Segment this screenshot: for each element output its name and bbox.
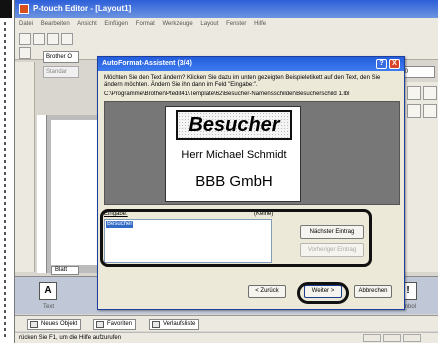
menu-item-fenster[interactable]: Fenster <box>226 21 246 27</box>
status-cell <box>403 334 421 342</box>
menu-bar: Datei Bearbeiten Ansicht Einfügen Format… <box>15 18 438 30</box>
app-icon <box>19 4 29 14</box>
ptouch-editor-window: P-touch Editor - [Layout1] Datei Bearbei… <box>14 0 438 343</box>
page-corner-mark <box>0 0 12 18</box>
new-object-label: Neues Objekt <box>41 321 78 327</box>
status-cell <box>383 334 401 342</box>
status-cell <box>363 334 381 342</box>
text-object-icon[interactable]: A <box>39 282 57 300</box>
app-title-bar: P-touch Editor - [Layout1] <box>15 0 438 18</box>
menu-item-layout[interactable]: Layout <box>200 21 218 27</box>
instruction-text: Möchten Sie den Text ändern? Klicken Sie… <box>104 75 381 88</box>
menu-item-format[interactable]: Format <box>136 21 155 27</box>
app-title: P-touch Editor - [Layout1] <box>33 4 132 13</box>
align-center-icon[interactable] <box>423 86 437 100</box>
align-left-icon[interactable] <box>407 86 421 100</box>
menu-item-hilfe[interactable]: Hilfe <box>254 21 266 27</box>
highlight-ring-next-button <box>297 282 349 304</box>
autoformat-wizard-dialog: AutoFormat-Assistent (3/4) ? X Möchten S… <box>97 56 405 310</box>
right-property-panel <box>403 82 438 272</box>
menu-item-bearbeiten[interactable]: Bearbeiten <box>41 21 70 27</box>
favorites-label: Favoriten <box>107 321 133 327</box>
label-preview-area: Besucher Herr Michael Schmidt BBB GmbH <box>104 101 400 205</box>
history-button[interactable]: Verlaufsliste <box>149 319 200 330</box>
menu-item-einfuegen[interactable]: Einfügen <box>104 21 128 27</box>
menu-item-ansicht[interactable]: Ansicht <box>77 21 97 27</box>
new-object-icon <box>30 321 38 328</box>
new-object-button[interactable]: Neues Objekt <box>27 319 82 330</box>
print-icon[interactable] <box>61 33 73 45</box>
preview-name-text[interactable]: Herr Michael Schmidt <box>166 149 302 162</box>
sheet-tab[interactable]: Blatt <box>51 266 79 275</box>
dialog-title-bar: AutoFormat-Assistent (3/4) <box>98 57 404 71</box>
cancel-button[interactable]: Abbrechen <box>354 285 392 298</box>
template-file-path: C:\Programme\Brother\Ptedit41\Template\6… <box>104 91 350 97</box>
preview-company-text[interactable]: BBB GmbH <box>166 173 302 191</box>
highlight-ring-input <box>100 209 372 267</box>
status-text: rücken Sie F1, um die Hilfe aufzurufen <box>19 335 122 341</box>
help-icon[interactable]: ? <box>376 59 387 69</box>
history-label: Verlaufsliste <box>163 321 196 327</box>
menu-item-werkzeuge[interactable]: Werkzeuge <box>162 21 192 27</box>
justify-icon[interactable] <box>423 104 437 118</box>
vertical-ruler <box>37 115 47 273</box>
open-icon[interactable] <box>33 33 45 45</box>
status-bar: rücken Sie F1, um die Hilfe aufzurufen <box>15 332 438 343</box>
text-object-label: Text <box>43 304 55 310</box>
align-right-icon[interactable] <box>407 104 421 118</box>
style-select[interactable]: Standar <box>43 66 79 78</box>
dialog-title: AutoFormat-Assistent (3/4) <box>102 60 192 67</box>
page-dashed-line <box>4 22 6 340</box>
back-button[interactable]: < Zurück <box>248 285 286 298</box>
new-icon[interactable] <box>19 33 31 45</box>
preview-heading-text[interactable]: Besucher <box>176 110 292 140</box>
menu-item-datei[interactable]: Datei <box>19 21 33 27</box>
history-icon <box>152 321 160 328</box>
layout-icon[interactable] <box>19 47 31 59</box>
left-tool-palette <box>15 62 35 272</box>
favorites-icon <box>96 321 104 328</box>
sample-label: Besucher Herr Michael Schmidt BBB GmbH <box>165 106 301 202</box>
font-select[interactable]: Brother O <box>43 51 79 63</box>
navigation-bar: Neues Objekt Favoriten Verlaufsliste <box>15 315 438 331</box>
dialog-button-row: < Zurück Weiter > Abbrechen <box>98 281 404 301</box>
page-edge-strip <box>0 0 14 343</box>
close-icon[interactable]: X <box>389 59 400 69</box>
favorites-button[interactable]: Favoriten <box>93 319 137 330</box>
save-icon[interactable] <box>47 33 59 45</box>
